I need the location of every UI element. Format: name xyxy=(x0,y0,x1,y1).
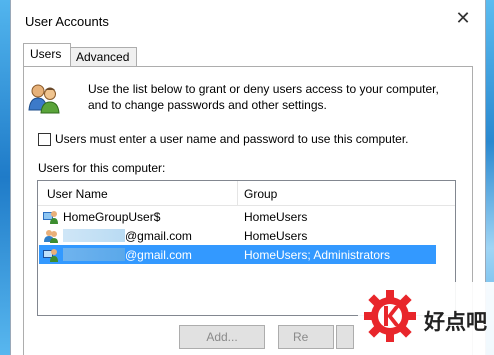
user-account-icon xyxy=(43,249,58,262)
window-title: User Accounts xyxy=(25,14,109,29)
user-group: HomeUsers xyxy=(244,229,308,243)
user-name: @gmail.com xyxy=(63,248,192,262)
user-group: HomeUsers; Administrators xyxy=(244,248,391,262)
title-bar: User Accounts ✕ xyxy=(11,0,485,38)
tab-advanced[interactable]: Advanced xyxy=(69,47,137,66)
remove-user-button[interactable]: Re xyxy=(278,325,334,349)
user-name: HomeGroupUser$ xyxy=(63,210,161,224)
watermark-text: 好点吧 xyxy=(424,310,487,334)
redacted-username xyxy=(63,248,125,261)
table-row[interactable]: @gmail.com HomeUsers xyxy=(39,226,436,245)
tab-users[interactable]: Users xyxy=(23,43,71,66)
watermark: 好点吧 xyxy=(358,282,494,355)
gear-k-logo-icon xyxy=(364,290,416,342)
column-divider[interactable] xyxy=(237,181,238,205)
users-icon xyxy=(28,84,60,114)
require-login-label[interactable]: Users must enter a user name and passwor… xyxy=(55,132,409,146)
properties-button[interactable] xyxy=(336,325,354,349)
close-icon[interactable]: ✕ xyxy=(451,8,475,28)
redacted-username xyxy=(63,229,125,242)
users-list-label: Users for this computer: xyxy=(38,161,166,175)
user-account-icon xyxy=(44,230,58,243)
column-header-user-name[interactable]: User Name xyxy=(47,187,108,201)
user-group: HomeUsers xyxy=(244,210,308,224)
user-account-icon xyxy=(43,211,58,224)
column-header-group[interactable]: Group xyxy=(244,187,277,201)
user-name: @gmail.com xyxy=(63,229,192,243)
table-row[interactable]: HomeGroupUser$ HomeUsers xyxy=(39,207,436,226)
table-row-selected[interactable]: @gmail.com HomeUsers; Administrators xyxy=(39,245,436,264)
intro-description: Use the list below to grant or deny user… xyxy=(88,82,439,112)
require-login-checkbox[interactable] xyxy=(38,133,51,146)
list-header: User Name Group xyxy=(38,181,455,206)
add-user-button[interactable]: Add... xyxy=(179,325,265,349)
